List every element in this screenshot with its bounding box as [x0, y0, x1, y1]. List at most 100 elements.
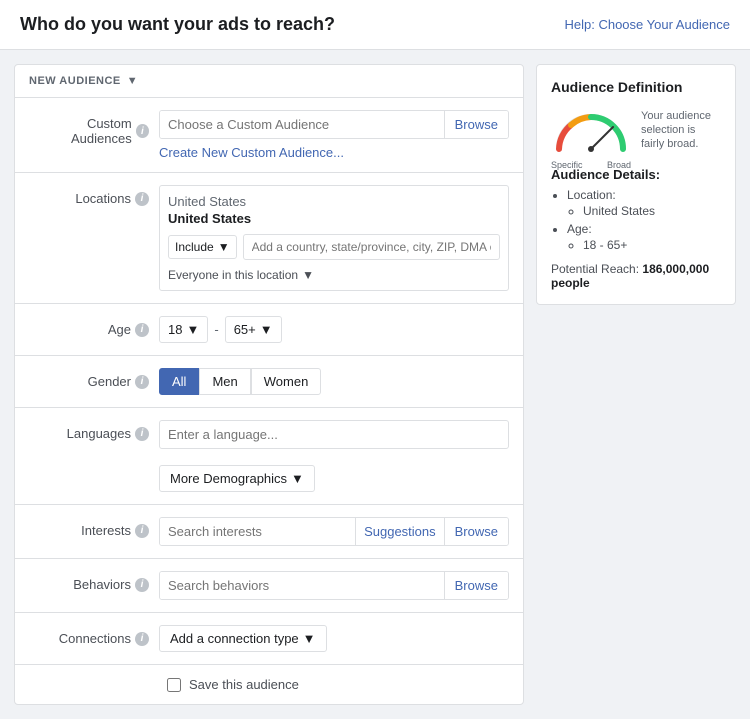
age-content: 18 ▼ - 65+ ▼ [159, 316, 509, 343]
age-max-arrow: ▼ [260, 322, 273, 337]
location-search-input[interactable] [243, 234, 500, 260]
left-panel: NEW AUDIENCE ▼ Custom Audiences i Browse [14, 64, 524, 705]
gender-all-btn[interactable]: All [159, 368, 199, 395]
connections-content: Add a connection type ▼ [159, 625, 509, 652]
languages-label: Languages i [29, 420, 149, 441]
connections-row: Connections i Add a connection type ▼ [29, 625, 509, 652]
new-audience-dropdown-arrow[interactable]: ▼ [127, 75, 138, 87]
gauge-description: Your audience selection is fairly broad. [641, 109, 721, 152]
audience-details-age-value: 18 - 65+ [583, 238, 721, 252]
include-dropdown-arrow: ▼ [218, 240, 230, 254]
audience-definition-title: Audience Definition [551, 79, 721, 95]
gauge-specific-label: Specific [551, 160, 583, 170]
interests-suggestions-link[interactable]: Suggestions [355, 518, 444, 545]
gender-info-icon[interactable]: i [135, 375, 149, 389]
locations-label: Locations i [29, 185, 149, 206]
behaviors-row: Behaviors i Browse [29, 571, 509, 600]
languages-section: Languages i More Demographics ▼ [15, 408, 523, 505]
age-row: Age i 18 ▼ - 65+ ▼ [29, 316, 509, 343]
gauge-broad-label: Broad [607, 160, 631, 170]
connections-section: Connections i Add a connection type ▼ [15, 613, 523, 665]
connection-type-arrow: ▼ [303, 631, 316, 646]
behaviors-input[interactable] [160, 572, 444, 599]
gender-buttons-row: All Men Women [159, 368, 509, 395]
connections-info-icon[interactable]: i [135, 632, 149, 646]
behaviors-info-icon[interactable]: i [135, 578, 149, 592]
gauge-wrapper: Specific Broad [551, 105, 631, 155]
locations-content: United States United States Include ▼ [159, 185, 509, 291]
custom-audiences-input[interactable] [160, 111, 444, 138]
audience-details-age-item: Age: 18 - 65+ [567, 222, 721, 252]
include-dropdown[interactable]: Include ▼ [168, 235, 237, 259]
behaviors-content: Browse [159, 571, 509, 600]
behaviors-input-group: Browse [159, 571, 509, 600]
audience-details-location-label: Location: [567, 188, 616, 202]
page-title: Who do you want your ads to reach? [20, 14, 335, 35]
gender-men-btn[interactable]: Men [199, 368, 250, 395]
custom-audiences-section: Custom Audiences i Browse Create New Cus… [15, 98, 523, 173]
languages-row: Languages i More Demographics ▼ [29, 420, 509, 492]
add-connection-type-btn[interactable]: Add a connection type ▼ [159, 625, 327, 652]
more-demographics-arrow: ▼ [291, 471, 304, 486]
locations-info-icon[interactable]: i [135, 192, 149, 206]
age-section: Age i 18 ▼ - 65+ ▼ [15, 304, 523, 356]
audience-definition-panel: Audience Definition [536, 64, 736, 305]
audience-details-location-value: United States [583, 204, 721, 218]
gender-women-btn[interactable]: Women [251, 368, 322, 395]
more-demographics-btn[interactable]: More Demographics ▼ [159, 465, 315, 492]
location-country: United States [168, 194, 500, 209]
age-info-icon[interactable]: i [135, 323, 149, 337]
gender-section: Gender i All Men Women [15, 356, 523, 408]
age-dash: - [214, 322, 218, 337]
locations-section: Locations i United States United States … [15, 173, 523, 304]
audience-details-location-sublist: United States [567, 204, 721, 218]
audience-details-location-item: Location: United States [567, 188, 721, 218]
location-box: United States United States Include ▼ [159, 185, 509, 291]
top-header: Who do you want your ads to reach? Help:… [0, 0, 750, 50]
age-label: Age i [29, 316, 149, 337]
languages-content: More Demographics ▼ [159, 420, 509, 492]
languages-info-icon[interactable]: i [135, 427, 149, 441]
interests-label: Interests i [29, 517, 149, 538]
potential-reach-label: Potential Reach: [551, 262, 639, 276]
interests-row: Interests i Suggestions Browse [29, 517, 509, 546]
interests-input[interactable] [160, 518, 355, 545]
age-max-dropdown[interactable]: 65+ ▼ [225, 316, 282, 343]
gender-content: All Men Women [159, 368, 509, 395]
interests-content: Suggestions Browse [159, 517, 509, 546]
interests-browse-btn[interactable]: Browse [444, 518, 508, 545]
languages-input[interactable] [159, 420, 509, 449]
everyone-in-location-dropdown[interactable]: Everyone in this location ▼ [168, 268, 500, 282]
behaviors-label: Behaviors i [29, 571, 149, 592]
custom-audiences-row: Custom Audiences i Browse Create New Cus… [29, 110, 509, 160]
custom-audiences-label: Custom Audiences i [29, 110, 149, 146]
age-min-dropdown[interactable]: 18 ▼ [159, 316, 208, 343]
create-custom-audience-link[interactable]: Create New Custom Audience... [159, 145, 509, 160]
everyone-dropdown-arrow: ▼ [302, 268, 314, 282]
custom-audiences-content: Browse Create New Custom Audience... [159, 110, 509, 160]
audience-details: Audience Details: Location: United State… [551, 167, 721, 252]
location-country-bold: United States [168, 211, 500, 226]
audience-details-list: Location: United States Age: 18 - 65+ [551, 188, 721, 252]
custom-audiences-info-icon[interactable]: i [136, 124, 149, 138]
new-audience-label: NEW AUDIENCE [29, 75, 121, 87]
age-controls-row: 18 ▼ - 65+ ▼ [159, 316, 509, 343]
behaviors-browse-btn[interactable]: Browse [444, 572, 508, 599]
interests-section: Interests i Suggestions Browse [15, 505, 523, 559]
connections-label: Connections i [29, 625, 149, 646]
save-audience-label: Save this audience [189, 677, 299, 692]
audience-details-age-sublist: 18 - 65+ [567, 238, 721, 252]
custom-audiences-browse-btn[interactable]: Browse [444, 111, 508, 138]
new-audience-bar: NEW AUDIENCE ▼ [15, 65, 523, 98]
custom-audiences-input-group: Browse [159, 110, 509, 139]
locations-row: Locations i United States United States … [29, 185, 509, 291]
interests-info-icon[interactable]: i [135, 524, 149, 538]
save-row: Save this audience [15, 665, 523, 704]
save-audience-checkbox[interactable] [167, 678, 181, 692]
gauge-labels: Specific Broad [551, 160, 631, 170]
location-include-row: Include ▼ [168, 234, 500, 260]
age-min-arrow: ▼ [186, 322, 199, 337]
help-link[interactable]: Help: Choose Your Audience [564, 17, 730, 32]
audience-details-age-label: Age: [567, 222, 592, 236]
potential-reach: Potential Reach: 186,000,000 people [551, 262, 721, 290]
